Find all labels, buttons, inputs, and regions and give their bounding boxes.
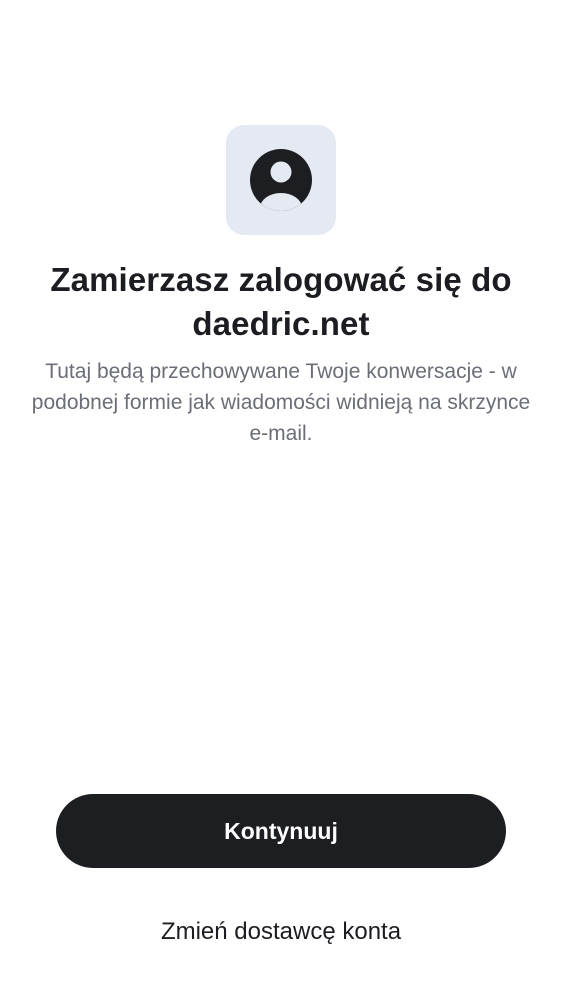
change-account-provider-button[interactable]: Zmień dostawcę konta bbox=[100, 904, 462, 960]
avatar-tile bbox=[226, 125, 336, 235]
page-title: Zamierzasz zalogować się do daedric.net bbox=[50, 261, 512, 342]
page-description: Tutaj będą przechowywane Twoje konwersac… bbox=[31, 360, 531, 445]
login-confirmation-screen: Zamierzasz zalogować się do daedric.net … bbox=[0, 0, 562, 1000]
continue-button[interactable]: Kontynuuj bbox=[56, 794, 506, 868]
account-circle-icon bbox=[250, 149, 312, 211]
